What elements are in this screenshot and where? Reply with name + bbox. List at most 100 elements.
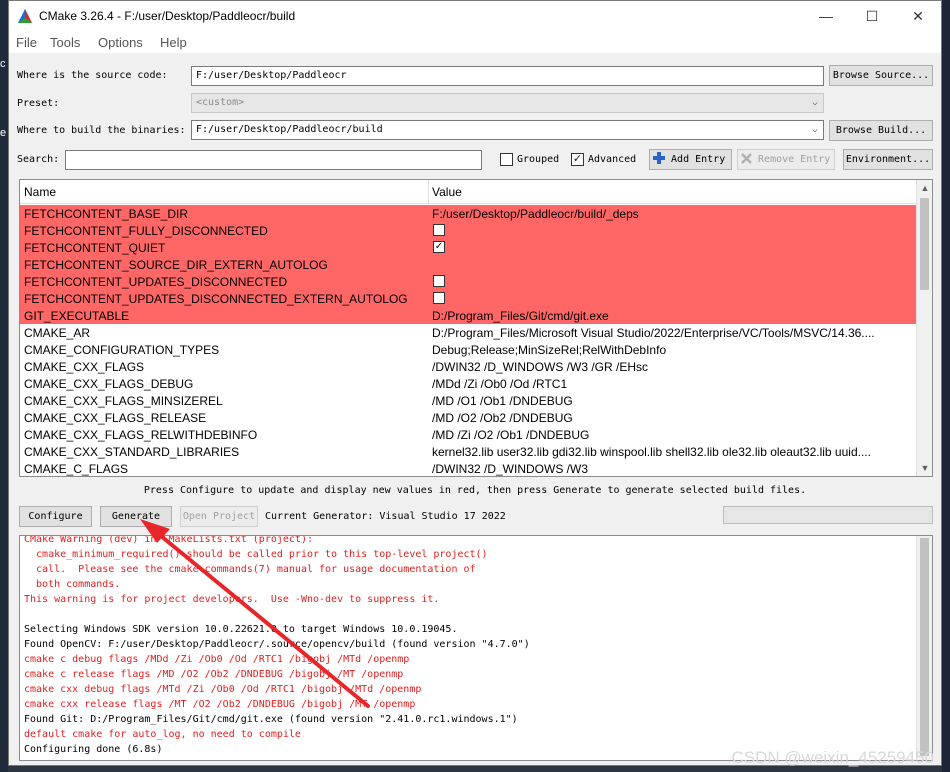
cache-entry-name: CMAKE_CXX_FLAGS_DEBUG: [24, 377, 194, 391]
cmake-window: CMake 3.26.4 - F:/user/Desktop/Paddleocr…: [8, 0, 942, 766]
cache-entry-value[interactable]: /MDd /Zi /Ob0 /Od /RTC1: [432, 377, 914, 391]
cmake-triangle-icon: [18, 9, 32, 23]
chevron-down-icon: ⌵: [812, 98, 818, 108]
cache-entry-value[interactable]: /DWIN32 /D_WINDOWS /W3 /GR /EHsc: [432, 360, 914, 374]
window-title: CMake 3.26.4 - F:/user/Desktop/Paddleocr…: [39, 9, 296, 23]
title-bar[interactable]: CMake 3.26.4 - F:/user/Desktop/Paddleocr…: [9, 1, 941, 31]
table-row[interactable]: FETCHCONTENT_FULLY_DISCONNECTED: [20, 222, 917, 239]
hint-text: Press Configure to update and display ne…: [143, 485, 807, 496]
minimize-button[interactable]: —: [803, 1, 849, 31]
output-line: default cmake for auto_log, no need to c…: [24, 729, 301, 740]
cache-entry-value[interactable]: F:/user/Desktop/Paddleocr/build/_deps: [432, 207, 914, 221]
header-value[interactable]: Value: [432, 185, 462, 199]
preset-select: <custom> ⌵: [191, 93, 824, 113]
output-log[interactable]: CMake Warning (dev) in CMakeLists.txt (p…: [19, 535, 933, 761]
maximize-button[interactable]: ☐: [849, 1, 895, 31]
grouped-checkbox[interactable]: [500, 153, 513, 166]
table-row[interactable]: CMAKE_CXX_FLAGS_MINSIZEREL/MD /O1 /Ob1 /…: [20, 392, 917, 409]
menu-tools[interactable]: Tools: [50, 35, 80, 50]
open-project-button[interactable]: Open Project: [180, 506, 258, 527]
cache-entry-name: CMAKE_CXX_STANDARD_LIBRARIES: [24, 445, 240, 459]
cache-entry-checkbox[interactable]: [433, 224, 445, 236]
build-label: Where to build the binaries:: [17, 125, 186, 136]
cache-entry-checkbox[interactable]: [433, 275, 445, 287]
table-row[interactable]: FETCHCONTENT_BASE_DIR F:/user/Desktop/Pad…: [20, 205, 917, 222]
output-line: call. Please see the cmake-commands(7) m…: [24, 564, 476, 575]
output-line: cmake c release flags /MD /O2 /Ob2 /DNDE…: [24, 669, 404, 680]
table-row[interactable]: CMAKE_C_FLAGS/DWIN32 /D_WINDOWS /W3: [20, 460, 917, 476]
add-entry-button[interactable]: Add Entry: [649, 149, 732, 170]
source-label: Where is the source code:: [17, 70, 168, 81]
advanced-label: Advanced: [588, 154, 637, 165]
add-entry-label: Add Entry: [671, 154, 726, 165]
menu-file[interactable]: File: [16, 35, 37, 50]
search-input[interactable]: [65, 150, 482, 170]
cache-entry-value[interactable]: /MD /O2 /Ob2 /DNDEBUG: [432, 411, 914, 425]
menu-options[interactable]: Options: [98, 35, 143, 50]
output-scroll-thumb[interactable]: [920, 538, 929, 756]
scroll-down-icon[interactable]: ▼: [917, 460, 932, 476]
output-lines: CMake Warning (dev) in CMakeLists.txt (p…: [24, 536, 914, 757]
search-label: Search:: [17, 154, 60, 165]
cache-entry-checkbox[interactable]: ✓: [433, 241, 445, 253]
output-line: cmake cxx release flags /MT /O2 /Ob2 /DN…: [24, 699, 416, 710]
cache-entry-value[interactable]: Debug;Release;MinSizeRel;RelWithDebInfo: [432, 343, 914, 357]
generate-button[interactable]: Generate: [100, 506, 172, 527]
table-row[interactable]: CMAKE_CXX_STANDARD_LIBRARIES kernel32.lib…: [20, 443, 917, 460]
cache-entry-name: CMAKE_C_FLAGS: [24, 462, 129, 476]
output-line: both commands.: [24, 579, 121, 590]
cache-entry-name: FETCHCONTENT_UPDATES_DISCONNECTED: [24, 275, 288, 289]
scroll-up-icon[interactable]: ▲: [917, 180, 932, 196]
configure-button[interactable]: Configure: [19, 506, 92, 527]
source-path-input[interactable]: F:/user/Desktop/Paddleocr: [191, 66, 824, 86]
desktop-background-right: [942, 0, 950, 772]
cache-entry-name: CMAKE_CXX_FLAGS: [24, 360, 145, 374]
build-path-value: F:/user/Desktop/Paddleocr/build: [196, 124, 383, 135]
output-line: Found Git: D:/Program_Files/Git/cmd/git.…: [24, 714, 518, 725]
cache-entry-value[interactable]: /MD /Zi /O2 /Ob1 /DNDEBUG: [432, 428, 914, 442]
table-row[interactable]: CMAKE_CXX_FLAGS/DWIN32 /D_WINDOWS /W3 /G…: [20, 358, 917, 375]
table-row[interactable]: FETCHCONTENT_SOURCE_DIR_EXTERN_AUTOLOG: [20, 256, 917, 273]
output-line: cmake c debug flags /MDd /Zi /Ob0 /Od /R…: [24, 654, 410, 665]
cache-entry-value[interactable]: D:/Program_Files/Microsoft Visual Studio…: [432, 326, 914, 340]
menu-help[interactable]: Help: [160, 35, 187, 50]
cache-entry-value[interactable]: D:/Program_Files/Git/cmd/git.exe: [432, 309, 914, 323]
cache-entry-name: FETCHCONTENT_FULLY_DISCONNECTED: [24, 224, 268, 238]
cache-entry-name: FETCHCONTENT_SOURCE_DIR_EXTERN_AUTOLOG: [24, 258, 328, 272]
environment-button[interactable]: Environment...: [843, 149, 933, 170]
table-row[interactable]: CMAKE_CONFIGURATION_TYPES Debug;Release;M…: [20, 341, 917, 358]
cache-entry-value[interactable]: /DWIN32 /D_WINDOWS /W3: [432, 462, 914, 476]
browse-source-button[interactable]: Browse Source...: [829, 65, 933, 86]
table-scrollbar[interactable]: ▲ ▼: [916, 180, 932, 476]
build-path-combo[interactable]: F:/user/Desktop/Paddleocr/build ⌵: [191, 120, 824, 140]
watermark: CSDN @weixin_45259450: [731, 748, 934, 767]
desktop-fragment: e: [0, 127, 7, 139]
desktop-background: c e: [0, 0, 8, 772]
table-row[interactable]: CMAKE_CXX_FLAGS_DEBUG/MDd /Zi /Ob0 /Od /…: [20, 375, 917, 392]
scroll-thumb[interactable]: [920, 198, 929, 290]
table-row[interactable]: CMAKE_AR D:/Program_Files/Microsoft Visua…: [20, 324, 917, 341]
table-row[interactable]: CMAKE_CXX_FLAGS_RELEASE/MD /O2 /Ob2 /DND…: [20, 409, 917, 426]
output-line: Selecting Windows SDK version 10.0.22621…: [24, 624, 458, 635]
header-divider[interactable]: [428, 180, 429, 204]
output-scrollbar[interactable]: [916, 536, 932, 760]
advanced-checkbox[interactable]: ✓: [571, 153, 584, 166]
table-row[interactable]: FETCHCONTENT_UPDATES_DISCONNECTED_EXTERN…: [20, 290, 917, 307]
cache-entry-value[interactable]: kernel32.lib user32.lib gdi32.lib winspo…: [432, 445, 914, 459]
close-button[interactable]: ✕: [895, 1, 941, 31]
table-row[interactable]: FETCHCONTENT_QUIET ✓: [20, 239, 917, 256]
cache-entry-value[interactable]: /MD /O1 /Ob1 /DNDEBUG: [432, 394, 914, 408]
cache-entry-name: FETCHCONTENT_QUIET: [24, 241, 166, 255]
table-header: Name Value: [20, 180, 917, 204]
browse-build-button[interactable]: Browse Build...: [829, 120, 933, 141]
remove-entry-button[interactable]: Remove Entry: [737, 149, 835, 170]
table-row[interactable]: CMAKE_CXX_FLAGS_RELWITHDEBINFO/MD /Zi /O…: [20, 426, 917, 443]
header-name[interactable]: Name: [24, 185, 56, 199]
table-row[interactable]: FETCHCONTENT_UPDATES_DISCONNECTED: [20, 273, 917, 290]
cache-entry-checkbox[interactable]: [433, 292, 445, 304]
table-row[interactable]: GIT_EXECUTABLE D:/Program_Files/Git/cmd/g…: [20, 307, 917, 324]
chevron-down-icon[interactable]: ⌵: [807, 121, 823, 139]
desktop-fragment: c: [0, 58, 6, 70]
cache-entry-name: GIT_EXECUTABLE: [24, 309, 130, 323]
